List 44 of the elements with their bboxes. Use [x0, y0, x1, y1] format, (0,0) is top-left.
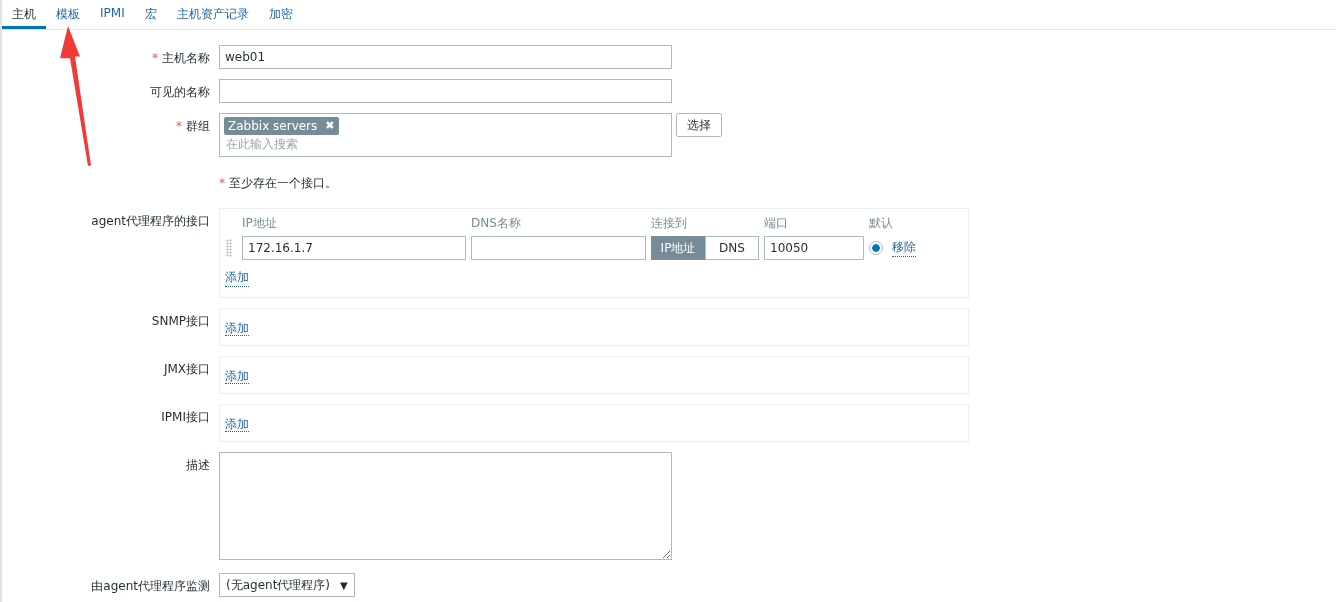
- description-field[interactable]: [219, 452, 672, 560]
- default-radio[interactable]: [869, 241, 883, 255]
- connect-toggle[interactable]: IP地址: [651, 236, 705, 260]
- column-header: 端口: [764, 215, 789, 232]
- field-label: 主机名称: [162, 51, 210, 65]
- add-link[interactable]: 添加: [225, 269, 249, 287]
- connect-toggle[interactable]: DNS: [705, 236, 759, 260]
- select-button[interactable]: 选择: [676, 113, 722, 137]
- dns-field[interactable]: [471, 236, 646, 260]
- field-label: SNMP接口: [151, 314, 210, 328]
- visible-name-field[interactable]: [219, 79, 672, 103]
- port-field[interactable]: 10050: [764, 236, 864, 260]
- tab[interactable]: 宏: [134, 0, 167, 29]
- add-link[interactable]: 添加: [225, 369, 249, 384]
- proxy-dropdown[interactable]: (无agent代理程序) ▼: [219, 573, 355, 597]
- column-header: IP地址: [242, 215, 278, 232]
- remove-tag-button[interactable]: ✖: [325, 119, 335, 133]
- column-header: 连接到: [651, 215, 688, 232]
- ip-field[interactable]: 172.16.1.7: [242, 236, 466, 260]
- note-text: 至少存在一个接口。: [229, 176, 337, 190]
- tab[interactable]: IPMI: [90, 0, 135, 29]
- remove-link[interactable]: 移除: [892, 239, 916, 257]
- group-field[interactable]: Zabbix servers ✖ 在此输入搜索: [219, 113, 672, 157]
- add-link[interactable]: 添加: [225, 321, 249, 336]
- add-link[interactable]: 添加: [225, 417, 249, 432]
- drag-handle-icon[interactable]: [226, 239, 232, 257]
- field-label: 群组: [186, 119, 210, 133]
- required-mark: *: [152, 51, 158, 65]
- field-label: agent代理程序的接口: [91, 214, 210, 228]
- column-header: 默认: [869, 215, 894, 232]
- field-label: 可见的名称: [150, 85, 210, 99]
- required-mark: *: [219, 176, 225, 190]
- tab[interactable]: 主机资产记录: [166, 0, 259, 29]
- field-label: 描述: [186, 458, 210, 472]
- field-label: IPMI接口: [161, 410, 210, 424]
- field-label: JMX接口: [163, 362, 210, 376]
- field-label: 由agent代理程序监测: [91, 579, 210, 593]
- tab[interactable]: 加密: [258, 0, 303, 29]
- host-name-field[interactable]: web01: [219, 45, 672, 69]
- column-header: DNS名称: [471, 215, 522, 232]
- tab[interactable]: 模板: [46, 0, 90, 29]
- tab[interactable]: 主机: [2, 0, 46, 29]
- tag-label: Zabbix servers: [228, 119, 318, 133]
- required-mark: *: [176, 119, 182, 133]
